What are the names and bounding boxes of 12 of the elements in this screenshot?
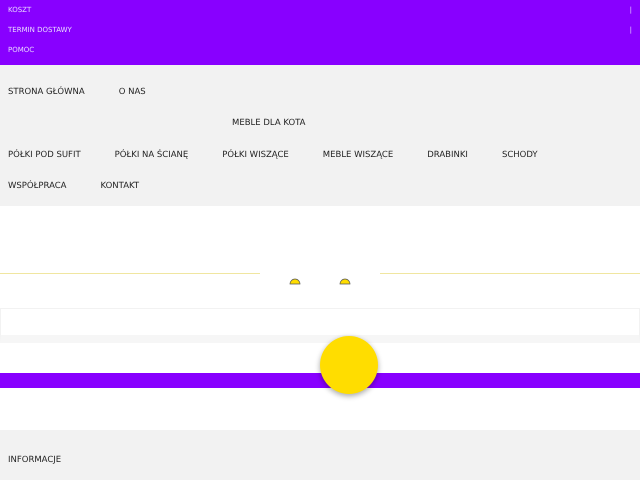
nav-link[interactable]: MEBLE DLA KOTA [232,118,306,128]
nav-link[interactable]: PÓŁKI WISZĄCE [222,150,289,160]
nav-link[interactable]: PÓŁKI NA ŚCIANĘ [114,150,188,160]
nav-link[interactable]: SCHODY [502,150,538,160]
nav-link[interactable]: O NAS [118,86,146,97]
nav-link[interactable]: PÓŁKI POD SUFIT [8,150,81,160]
nav-link[interactable]: WSPÓŁPRACA [8,181,66,192]
nav-link[interactable]: MEBLE WISZĄCE [322,150,394,160]
nav-link[interactable]: STRONA GŁÓWNA [8,86,85,97]
nav-link[interactable]: KONTAKT [100,181,140,192]
nav-link[interactable]: DRABINKI [427,150,468,160]
footer-heading: INFORMACJE [8,455,62,465]
